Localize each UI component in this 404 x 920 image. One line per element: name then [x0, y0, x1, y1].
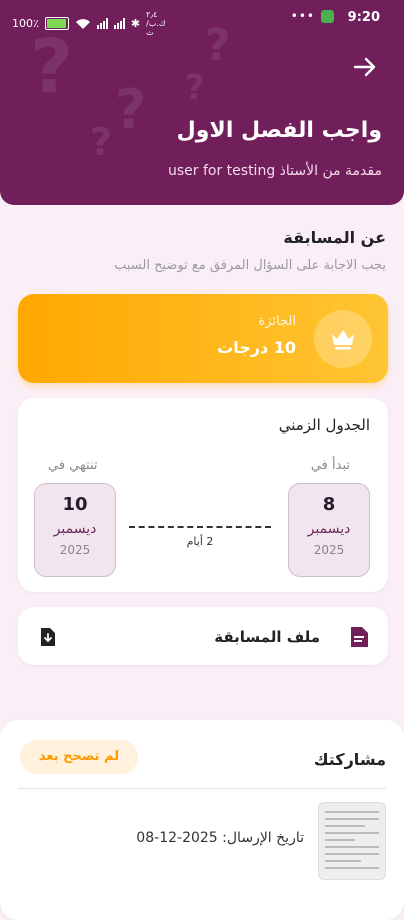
bluetooth-icon: ✱ — [130, 17, 141, 30]
prize-label: الجائزة — [258, 314, 296, 329]
timeline-title: الجدول الزمني — [278, 416, 370, 434]
decorative-question-mark: ? — [115, 78, 147, 141]
divider — [18, 788, 386, 789]
document-icon — [351, 627, 368, 647]
battery-percent: 100٪ — [12, 17, 39, 30]
status-bar: 100٪ ✱ ٢٫٤ ك.ب/ث ••• 9:20 — [0, 0, 404, 37]
participation-title: مشاركتك — [313, 750, 386, 769]
network-speed: ٢٫٤ ك.ب/ث — [146, 10, 166, 37]
app-notification-icon — [321, 9, 334, 23]
more-dots-icon: ••• — [290, 9, 315, 23]
end-label: تنتهي في — [48, 458, 98, 473]
start-month: ديسمبر — [307, 521, 351, 537]
about-description: يجب الاجابة على السؤال المرفق مع توضيح ا… — [114, 258, 386, 273]
prize-card: الجائزة 10 درجات — [18, 294, 388, 383]
crown-icon — [314, 310, 372, 368]
end-month: ديسمبر — [53, 521, 97, 537]
start-year: 2025 — [313, 543, 345, 557]
end-day: 10 — [62, 494, 88, 515]
start-date-box: 8 ديسمبر 2025 — [288, 483, 370, 577]
timeline-connector — [129, 526, 271, 528]
start-label: تبدأ في — [310, 458, 350, 473]
signal-icon-2 — [113, 18, 125, 29]
battery-icon — [44, 17, 69, 30]
decorative-question-mark: ? — [185, 68, 205, 108]
about-heading: عن المسابقة — [283, 228, 386, 247]
timeline-card: الجدول الزمني تبدأ في تنتهي في 8 ديسمبر … — [18, 398, 388, 592]
signal-icon — [96, 18, 108, 29]
status-time: 9:20 — [347, 10, 380, 25]
status-right: ••• — [291, 9, 334, 23]
file-card[interactable]: ملف المسابقة — [18, 607, 388, 665]
duration-label: 2 أيام — [186, 535, 214, 548]
end-date-box: 10 ديسمبر 2025 — [34, 483, 116, 577]
page-subtitle: مقدمة من الأستاذ user for testing — [167, 163, 382, 179]
participation-card: مشاركتك لم تصحح بعد تاريخ الإرسال: 2025-… — [0, 720, 404, 920]
prize-value: 10 درجات — [217, 338, 296, 357]
end-year: 2025 — [59, 543, 91, 557]
decorative-question-mark: ? — [90, 120, 113, 164]
status-badge: لم تصحح بعد — [20, 740, 138, 774]
file-label: ملف المسابقة — [214, 628, 320, 646]
sent-date: تاريخ الإرسال: 2025-12-08 — [136, 830, 304, 846]
download-icon[interactable] — [38, 626, 58, 648]
arrow-right-icon[interactable] — [352, 56, 378, 78]
header: ? ? ? ? ? 100٪ ✱ ٢٫٤ ك.ب/ث ••• 9:20 واجب… — [0, 0, 404, 205]
page-title: واجب الفصل الاول — [176, 118, 382, 143]
submission-thumbnail[interactable] — [318, 802, 386, 880]
wifi-icon — [75, 18, 90, 29]
start-day: 8 — [322, 494, 336, 515]
status-left: 100٪ ✱ ٢٫٤ ك.ب/ث — [12, 10, 172, 37]
